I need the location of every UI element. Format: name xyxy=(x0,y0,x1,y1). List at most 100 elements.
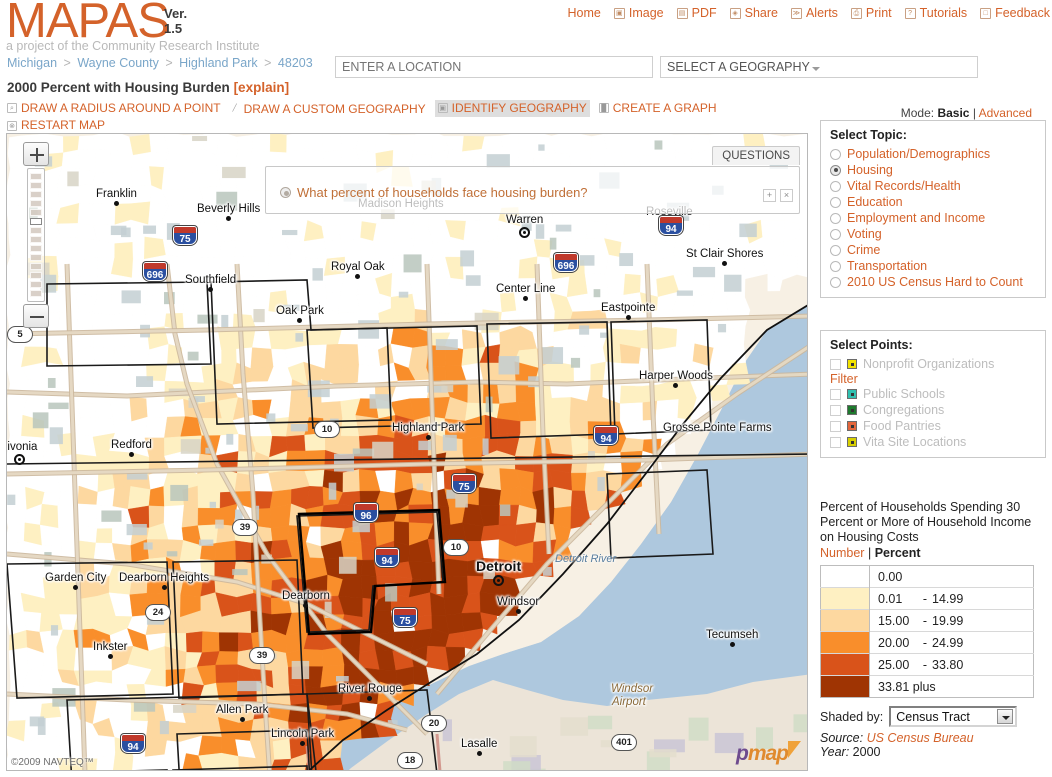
legend-row: 20.00-24.99 xyxy=(820,631,1034,654)
census-tract xyxy=(481,135,504,152)
topic-option-education[interactable]: Education xyxy=(830,194,1036,210)
shaded-by-row: Shaded by: Census Tract xyxy=(820,706,1046,727)
breadcrumb-city[interactable]: Highland Park xyxy=(179,56,258,70)
legend-source-value[interactable]: US Census Bureau xyxy=(867,731,974,745)
zoom-tick[interactable] xyxy=(30,173,42,180)
topic-option-vital-records-health[interactable]: Vital Records/Health xyxy=(830,178,1036,194)
census-tract xyxy=(373,220,395,243)
topnav-item-print[interactable]: ⎙ Print xyxy=(850,6,892,20)
topic-option-transportation[interactable]: Transportation xyxy=(830,258,1036,274)
checkbox[interactable] xyxy=(830,420,841,432)
census-tract xyxy=(444,558,468,578)
breadcrumb-zip[interactable]: 48203 xyxy=(278,56,313,70)
radio-button[interactable] xyxy=(830,212,841,224)
radio-button[interactable] xyxy=(830,180,841,192)
zoom-tick[interactable] xyxy=(30,290,42,297)
topnav-item-pdf[interactable]: ▤ PDF xyxy=(676,6,717,20)
pmap-logo-p: p xyxy=(735,742,749,765)
census-tract xyxy=(21,435,45,452)
point-option-vita-site-locations[interactable]: Vita Site Locations xyxy=(830,434,1036,450)
radio-button[interactable] xyxy=(830,164,841,176)
topic-option-employment-and-income[interactable]: Employment and Income xyxy=(830,210,1036,226)
map-canvas[interactable]: FranklinBeverly HillsMadison HeightsWarr… xyxy=(7,134,807,770)
checkbox[interactable] xyxy=(830,358,841,370)
checkbox[interactable] xyxy=(830,436,841,448)
census-tract xyxy=(308,329,328,346)
zoom-tick[interactable] xyxy=(30,245,42,252)
census-tract xyxy=(569,397,589,422)
topnav-item-share[interactable]: ◈ Share xyxy=(729,6,778,20)
radio-button[interactable] xyxy=(830,228,841,240)
questions-tab[interactable]: QUESTIONS xyxy=(712,146,800,165)
map-zoom-control[interactable] xyxy=(23,142,49,328)
breadcrumb-state[interactable]: Michigan xyxy=(7,56,57,70)
topnav-item-tutorials[interactable]: ? Tutorials xyxy=(904,6,967,20)
zoom-tick[interactable] xyxy=(30,236,42,243)
radio-button[interactable] xyxy=(830,260,841,272)
census-tract xyxy=(73,614,94,631)
topnav-item-home[interactable]: Home xyxy=(568,6,601,20)
question-radio[interactable] xyxy=(280,187,291,198)
toolbar-draw-a-custom-geography[interactable]: ╱ DRAW A CUSTOM GEOGRAPHY xyxy=(230,102,425,117)
map-viewport[interactable]: FranklinBeverly HillsMadison HeightsWarr… xyxy=(6,133,808,771)
chevron-down-icon[interactable] xyxy=(997,709,1014,724)
topic-option-label: Vital Records/Health xyxy=(847,179,961,193)
topic-option-voting[interactable]: Voting xyxy=(830,226,1036,242)
radio-button[interactable] xyxy=(830,276,841,288)
point-option-food-pantries[interactable]: Food Pantries xyxy=(830,418,1036,434)
breadcrumb-county[interactable]: Wayne County xyxy=(77,56,159,70)
zoom-tick[interactable] xyxy=(30,263,42,270)
zoom-tick[interactable] xyxy=(30,218,42,225)
topnav-item-alerts[interactable]: ≫ Alerts xyxy=(790,6,838,20)
point-option-congregations[interactable]: Congregations xyxy=(830,402,1036,418)
census-tract xyxy=(322,134,343,152)
census-tract xyxy=(499,292,517,313)
zoom-tick[interactable] xyxy=(30,281,42,288)
location-input[interactable] xyxy=(335,56,653,78)
zoom-tick[interactable] xyxy=(30,182,42,189)
pdf-icon: ▤ xyxy=(676,7,688,19)
explain-link[interactable]: [explain] xyxy=(234,80,290,95)
zoom-tick[interactable] xyxy=(30,209,42,216)
toolbar-identify-geography[interactable]: ▣ IDENTIFY GEOGRAPHY xyxy=(434,99,590,117)
zoom-tick[interactable] xyxy=(30,272,42,279)
questions-add-button[interactable]: + xyxy=(763,189,776,202)
zoom-out-button[interactable] xyxy=(23,304,49,328)
shaded-by-select[interactable]: Census Tract xyxy=(889,706,1018,727)
checkbox[interactable] xyxy=(830,404,841,416)
zoom-tick[interactable] xyxy=(30,227,42,234)
zoom-slider[interactable] xyxy=(27,168,45,302)
toolbar-draw-a-radius-around-a-point[interactable]: ⌕ DRAW A RADIUS AROUND A POINT xyxy=(7,101,221,116)
topic-option-2010-us-census-hard-to-count[interactable]: 2010 US Census Hard to Count xyxy=(830,274,1036,290)
checkbox[interactable] xyxy=(830,388,841,400)
radio-button[interactable] xyxy=(830,148,841,160)
census-tract xyxy=(443,575,469,599)
point-option-nonprofit-organizations[interactable]: Nonprofit Organizations xyxy=(830,356,1036,372)
legend-tab-number[interactable]: Number xyxy=(820,546,864,560)
zoom-in-button[interactable] xyxy=(23,142,49,166)
geography-select[interactable]: SELECT A GEOGRAPHY xyxy=(660,56,978,78)
topnav-item-label: Alerts xyxy=(805,6,838,20)
topic-option-crime[interactable]: Crime xyxy=(830,242,1036,258)
mode-advanced[interactable]: Advanced xyxy=(979,106,1032,120)
legend-source-label: Source: xyxy=(820,731,864,745)
topic-option-population-demographics[interactable]: Population/Demographics xyxy=(830,146,1036,162)
topnav-item-feedback[interactable]: □ Feedback xyxy=(980,6,1050,20)
toolbar-create-a-graph[interactable]: █ CREATE A GRAPH xyxy=(598,101,717,116)
question-row[interactable]: What percent of households face housing … xyxy=(266,167,799,200)
questions-close-button[interactable]: × xyxy=(780,189,793,202)
census-tract xyxy=(303,238,328,260)
census-tract xyxy=(77,540,97,561)
topnav-item-image[interactable]: ▣ Image xyxy=(613,6,664,20)
point-option-public-schools[interactable]: Public Schools xyxy=(830,386,1036,402)
toolbar-restart-map[interactable]: ⊗ RESTART MAP xyxy=(7,118,105,133)
radio-button[interactable] xyxy=(830,196,841,208)
mode-basic[interactable]: Basic xyxy=(937,106,969,120)
points-filter-link[interactable]: Filter xyxy=(830,372,1036,386)
topic-option-housing[interactable]: Housing xyxy=(830,162,1036,178)
radio-button[interactable] xyxy=(830,244,841,256)
census-tract xyxy=(78,184,93,204)
zoom-tick[interactable] xyxy=(30,254,42,261)
zoom-tick[interactable] xyxy=(30,200,42,207)
zoom-tick[interactable] xyxy=(30,191,42,198)
